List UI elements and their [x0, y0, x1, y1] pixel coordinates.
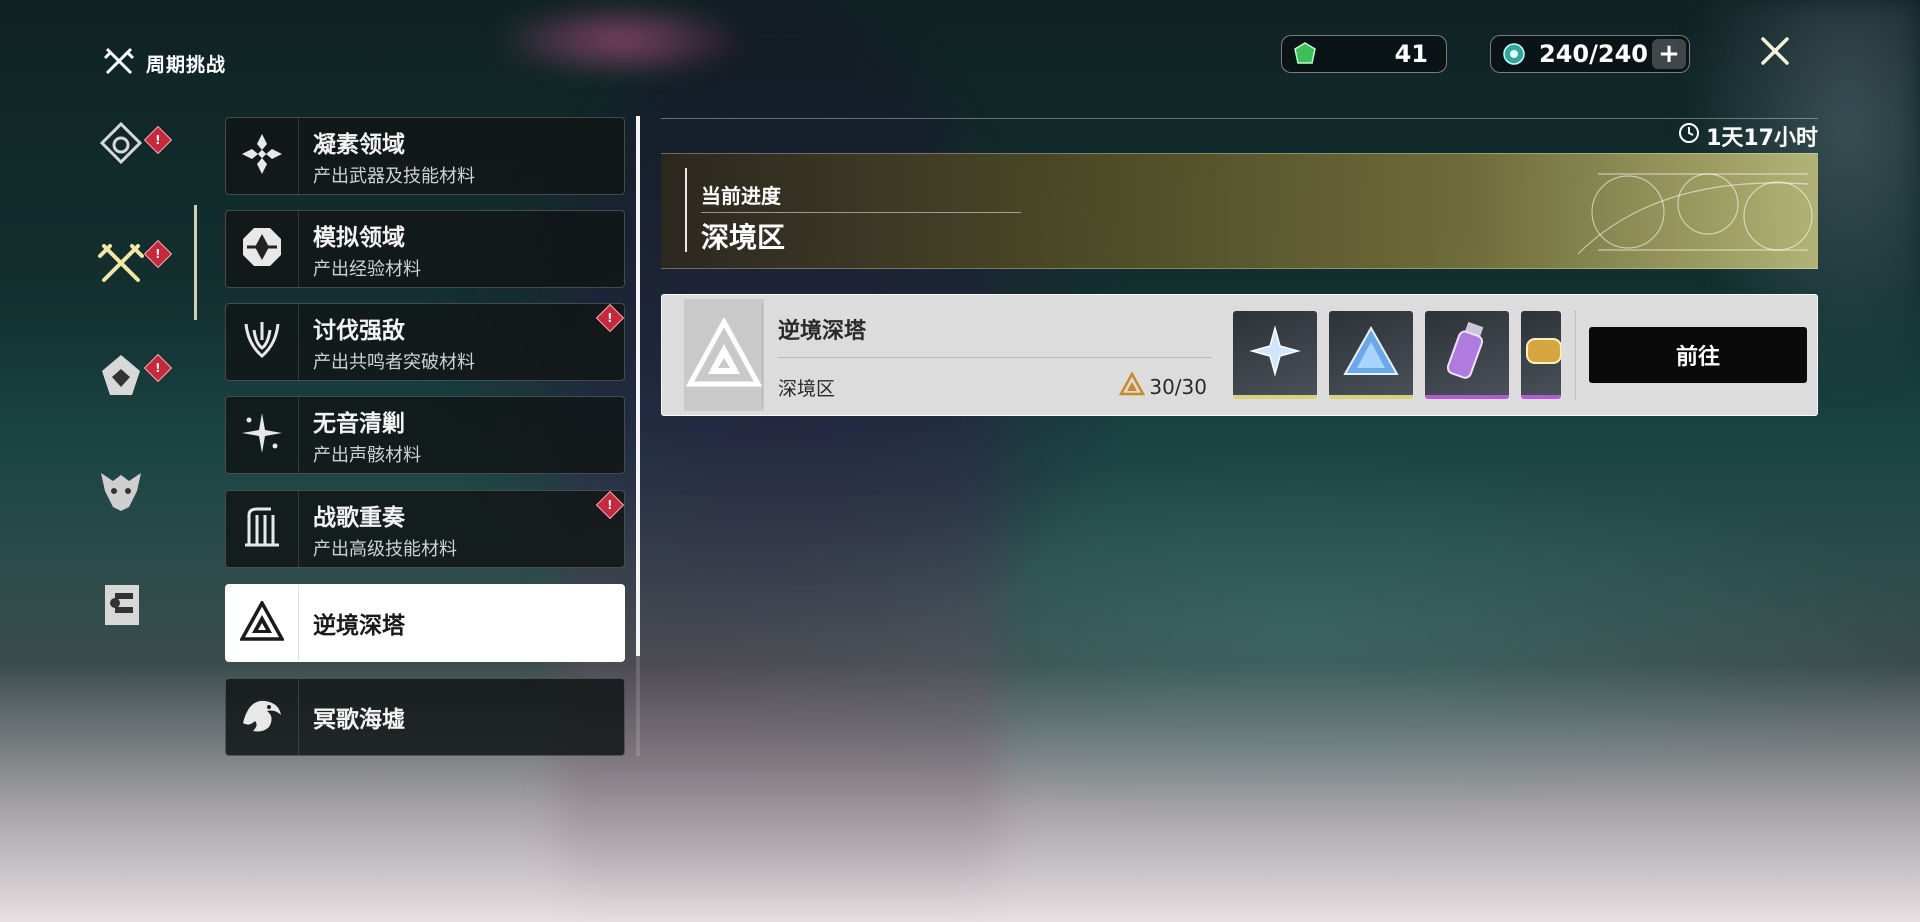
rail-tab-challenges[interactable]: ! [96, 238, 173, 292]
category-subtitle: 产出共鸣者突破材料 [313, 351, 475, 373]
triangle-tower-icon [685, 316, 763, 392]
category-scrollbar[interactable] [636, 116, 640, 756]
progress-label: 当前进度 [701, 184, 781, 208]
triangle-tower-icon [239, 599, 285, 645]
category-item[interactable]: 战歌重奏 产出高级技能材料 ! [225, 490, 625, 568]
tower-card: 逆境深塔 深境区 30/30 前往 [661, 294, 1818, 416]
category-icon-cell [226, 397, 299, 473]
star-shard-icon [1248, 324, 1302, 382]
wave-beast-icon [239, 693, 285, 741]
title-divider [778, 357, 1212, 358]
reward-item[interactable] [1425, 311, 1509, 399]
echo-book-icon [99, 581, 143, 633]
banner-ornament [1577, 173, 1813, 255]
category-icon-cell [226, 679, 299, 755]
timer-text: 1天17小时 [1706, 126, 1818, 151]
category-name: 模拟领域 [313, 224, 405, 251]
scrollbar-thumb[interactable] [636, 116, 640, 656]
category-item[interactable]: 模拟领域 产出经验材料 [225, 210, 625, 288]
alert-badge: ! [595, 490, 625, 520]
alert-badge: ! [143, 125, 173, 155]
gold-capsule-icon [1521, 321, 1561, 385]
reset-timer: 1天17小时 [1678, 120, 1818, 152]
category-item[interactable]: 讨伐强敌 产出共鸣者突破材料 ! [225, 303, 625, 381]
category-subtitle: 产出武器及技能材料 [313, 165, 475, 187]
horned-crest-icon [240, 318, 284, 366]
rail-tab-records[interactable] [96, 582, 146, 632]
panel-divider [661, 118, 1818, 119]
star-progress: 30/30 [1119, 371, 1207, 401]
category-subtitle: 产出声骸材料 [313, 444, 421, 466]
rail-active-indicator [194, 205, 197, 320]
tower-star-icon [1119, 371, 1146, 401]
category-subtitle: 产出经验材料 [313, 258, 421, 280]
waveplate-icon [1501, 41, 1527, 67]
reward-item[interactable] [1521, 311, 1561, 399]
label-divider [701, 212, 1021, 213]
background-character [560, 0, 1000, 922]
category-item[interactable]: 无音清剿 产出声骸材料 [225, 396, 625, 474]
star-count: 30/30 [1149, 374, 1207, 399]
clock-icon [1678, 122, 1700, 150]
category-icon-cell [226, 491, 299, 567]
harp-icon [241, 505, 283, 553]
rail-tab-bosses[interactable]: ! [96, 351, 173, 403]
category-subtitle: 产出高级技能材料 [313, 538, 457, 560]
rail-tab-echoes[interactable] [96, 468, 146, 518]
card-zone: 深境区 [778, 378, 836, 400]
category-item[interactable]: 冥歌海墟 [225, 678, 625, 756]
card-title: 逆境深塔 [778, 319, 867, 344]
category-icon-cell [226, 304, 299, 380]
category-icon-cell [226, 585, 299, 661]
crystal-count: 41 [1394, 40, 1428, 68]
category-item[interactable]: 凝素领域 产出武器及技能材料 [225, 117, 625, 195]
diamond-ring-icon [99, 121, 143, 169]
background-plume [490, 0, 750, 80]
stamina-resource: 240/240 + [1490, 35, 1690, 73]
category-name: 讨伐强敌 [313, 317, 405, 344]
category-icon-cell [226, 118, 299, 194]
octagon-flower-icon [241, 226, 283, 272]
progress-value: 深境区 [701, 221, 786, 254]
go-button[interactable]: 前往 [1589, 327, 1807, 383]
emblem-divider [762, 303, 763, 407]
close-icon [1755, 31, 1795, 75]
tower-emblem [684, 299, 764, 411]
category-icon-cell [226, 211, 299, 287]
stamina-value: 240/240 [1539, 40, 1648, 68]
rail-tab-domains[interactable]: ! [96, 120, 173, 170]
green-crystal-icon [1292, 41, 1318, 67]
mode-title: 周期挑战 [102, 44, 226, 82]
alert-badge: ! [595, 303, 625, 333]
alert-badge: ! [143, 353, 173, 383]
add-stamina-button[interactable]: + [1652, 39, 1686, 69]
alert-badge: ! [143, 239, 173, 269]
category-name: 冥歌海墟 [313, 707, 405, 733]
shield-bird-icon [96, 351, 146, 403]
category-name: 战歌重奏 [313, 504, 405, 531]
mode-title-text: 周期挑战 [146, 53, 227, 76]
crossed-swords-icon [96, 238, 146, 292]
crossed-swords-icon [102, 44, 136, 82]
progress-banner: 当前进度 深境区 [661, 153, 1818, 269]
crystal-cluster-icon [240, 132, 284, 180]
reward-item[interactable] [1329, 311, 1413, 399]
category-name: 凝素领域 [313, 131, 405, 158]
crystal-resource[interactable]: 41 [1281, 35, 1447, 73]
category-name: 逆境深塔 [313, 613, 405, 639]
reward-item[interactable] [1233, 311, 1317, 399]
dragon-mask-icon [97, 467, 145, 519]
sparkle-icon [240, 411, 284, 459]
purple-vial-icon [1446, 319, 1487, 387]
category-item-active[interactable]: 逆境深塔 [225, 584, 625, 662]
banner-accent-bar [685, 168, 687, 252]
close-button[interactable] [1752, 30, 1798, 76]
reward-divider [1575, 311, 1577, 399]
blue-prism-icon [1341, 324, 1401, 382]
category-name: 无音清剿 [313, 410, 405, 437]
